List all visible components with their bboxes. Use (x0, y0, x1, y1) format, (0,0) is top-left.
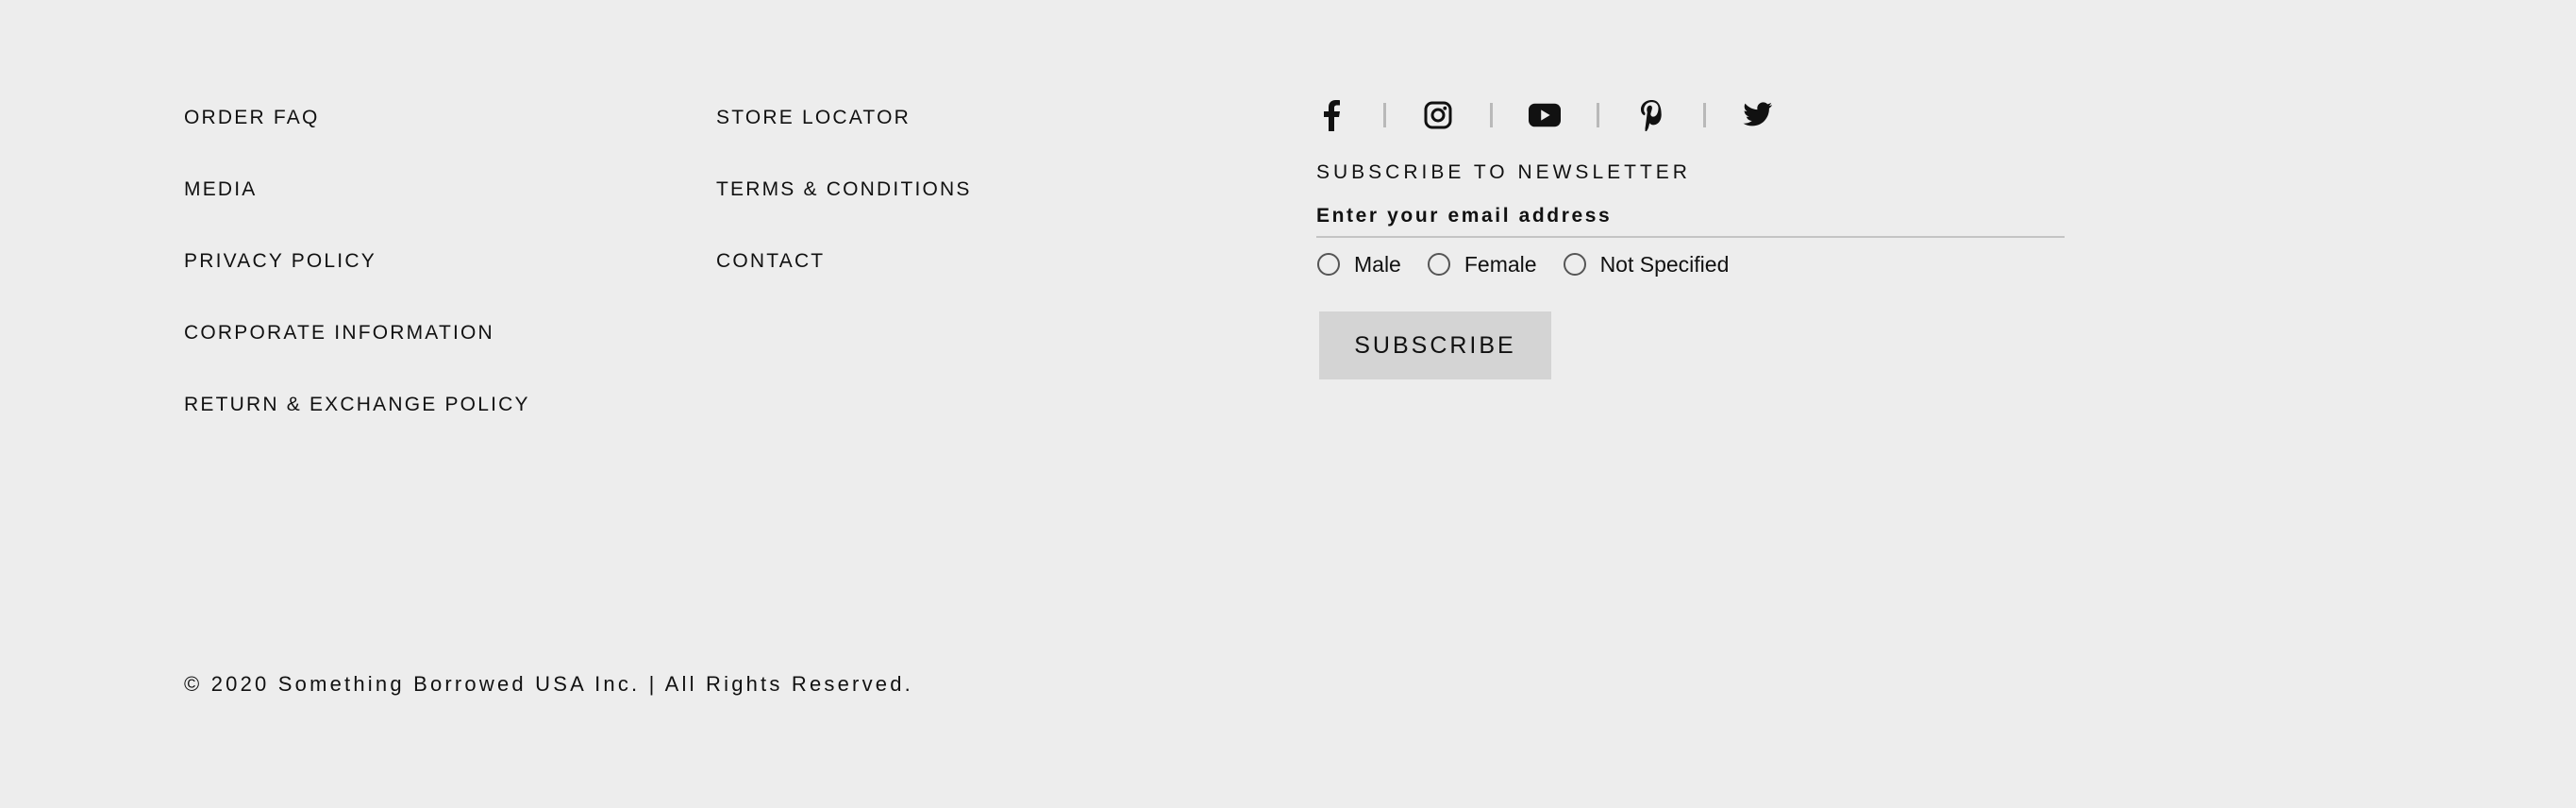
footer-link-terms-conditions[interactable]: TERMS & CONDITIONS (716, 176, 972, 204)
footer-link-contact[interactable]: CONTACT (716, 247, 972, 276)
radio-button-female[interactable] (1427, 253, 1450, 276)
email-field[interactable] (1316, 198, 2065, 234)
social-links (1315, 94, 1774, 136)
gender-option-male[interactable]: Male (1317, 250, 1401, 278)
gender-option-female[interactable]: Female (1427, 250, 1537, 278)
gender-label-female: Female (1464, 252, 1537, 277)
email-field-wrapper (1316, 198, 2065, 238)
site-footer: ORDER FAQ MEDIA PRIVACY POLICY CORPORATE… (0, 0, 2576, 808)
youtube-icon[interactable] (1529, 99, 1561, 131)
footer-link-corporate-information[interactable]: CORPORATE INFORMATION (184, 319, 530, 347)
footer-link-store-locator[interactable]: STORE LOCATOR (716, 104, 972, 132)
gender-label-not-specified: Not Specified (1599, 252, 1730, 277)
social-separator (1490, 103, 1493, 127)
facebook-icon[interactable] (1315, 99, 1347, 131)
footer-link-order-faq[interactable]: ORDER FAQ (184, 104, 530, 132)
footer-link-privacy-policy[interactable]: PRIVACY POLICY (184, 247, 530, 276)
gender-label-male: Male (1354, 252, 1401, 277)
gender-radio-group: Male Female Not Specified (1317, 249, 1755, 279)
twitter-icon[interactable] (1742, 99, 1774, 131)
social-separator (1383, 103, 1386, 127)
pinterest-icon[interactable] (1635, 99, 1667, 131)
copyright-text: © 2020 Something Borrowed USA Inc. | All… (184, 672, 913, 696)
subscribe-button[interactable]: SUBSCRIBE (1319, 311, 1551, 379)
radio-button-not-specified[interactable] (1563, 253, 1586, 276)
gender-option-not-specified[interactable]: Not Specified (1563, 250, 1730, 278)
social-separator (1597, 103, 1599, 127)
footer-links-column-1: ORDER FAQ MEDIA PRIVACY POLICY CORPORATE… (184, 104, 530, 463)
footer-link-return-exchange-policy[interactable]: RETURN & EXCHANGE POLICY (184, 391, 530, 419)
radio-button-male[interactable] (1317, 253, 1340, 276)
footer-link-media[interactable]: MEDIA (184, 176, 530, 204)
footer-links-column-2: STORE LOCATOR TERMS & CONDITIONS CONTACT (716, 104, 972, 319)
instagram-icon[interactable] (1422, 99, 1454, 131)
newsletter-heading: SUBSCRIBE TO NEWSLETTER (1316, 161, 1691, 183)
social-separator (1703, 103, 1706, 127)
